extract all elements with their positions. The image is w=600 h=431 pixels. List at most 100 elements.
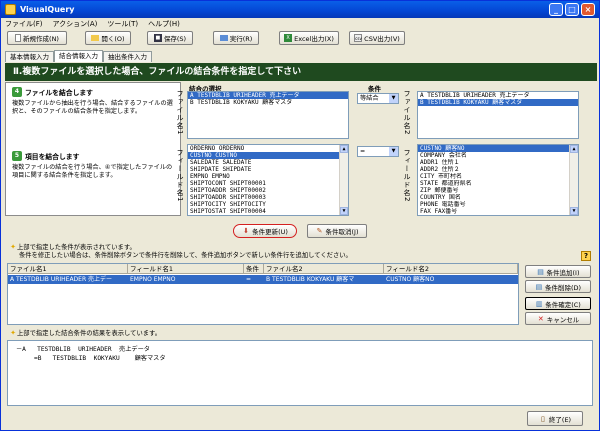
toolbar: 新規作成(N) 開く(O) ■ 保存(S) 実行(R) X Excel出力(X)… bbox=[1, 31, 599, 48]
minimize-icon[interactable]: _ bbox=[549, 3, 563, 16]
delete-condition-button[interactable]: ▤ 条件削除(D) bbox=[525, 280, 591, 293]
list-item[interactable]: FAX FAX番号 bbox=[418, 208, 578, 215]
menu-action[interactable]: アクション(A) bbox=[53, 19, 98, 29]
list-item[interactable]: ZIP 郵便番号 bbox=[418, 187, 578, 194]
tree-node-b[interactable]: =B TESTDBLIB KOKYAKU 顧客マスタ bbox=[34, 353, 166, 362]
cancel-button[interactable]: ✕ キャンセル bbox=[525, 312, 591, 325]
window-title: VisualQuery bbox=[20, 5, 75, 14]
section-banner: Ⅱ.複数ファイルを選択した場合、ファイルの結合条件を指定して下さい bbox=[5, 63, 597, 81]
chevron-down-icon[interactable]: ▼ bbox=[389, 147, 398, 156]
list-item[interactable]: SHIPTOCITY SHIPTOCITY bbox=[188, 201, 348, 208]
app-icon bbox=[5, 4, 16, 15]
col-field1[interactable]: フィールド名1 bbox=[128, 264, 244, 274]
guide-panel: 4 ファイルを結合します 複数ファイルから抽出を行う場合、結合するファイルの選択… bbox=[5, 82, 181, 216]
exit-button[interactable]: ▯ 終了(E) bbox=[527, 411, 583, 426]
grid-info-line2: 条件を修正したい場合は、条件削除ボタンで条件行を削除して、条件追加ボタンで新しい… bbox=[19, 252, 352, 259]
tree-info: ✦上部で指定した結合条件の結果を表示しています。 bbox=[10, 329, 162, 337]
scroll-up-icon[interactable]: ▲ bbox=[340, 145, 348, 153]
open-button[interactable]: 開く(O) bbox=[85, 31, 131, 45]
list-item[interactable]: COMPANY 会社名 bbox=[418, 152, 578, 159]
list-item[interactable]: B TESTDBLIB KOKYAKU 顧客マスタ bbox=[188, 99, 348, 106]
field1-scrollbar[interactable]: ▲ ▼ bbox=[339, 145, 348, 215]
list-item[interactable]: B TESTDBLIB KOKYAKU 顧客マスタ bbox=[418, 99, 578, 106]
table-row-file2[interactable]: B TESTDBLIB KOKYAKU 顧客マ bbox=[264, 275, 384, 284]
menu-help[interactable]: ヘルプ(H) bbox=[148, 19, 180, 29]
cancel-condition-button[interactable]: ✎ 条件取消(J) bbox=[307, 224, 367, 238]
confirm-condition-button[interactable]: ▥ 条件確定(C) bbox=[525, 297, 591, 310]
condition-grid[interactable]: ファイル名1 フィールド名1 条件 ファイル名2 フィールド名2 A TESTD… bbox=[7, 263, 519, 325]
scroll-down-icon[interactable]: ▼ bbox=[340, 207, 348, 215]
table-row-field2[interactable]: CUSTNO 顧客NO bbox=[384, 275, 518, 284]
col-file2[interactable]: ファイル名2 bbox=[264, 264, 384, 274]
tab-filter-condition[interactable]: 抽出条件入力 bbox=[103, 51, 152, 62]
file2-label: ファイル名2 bbox=[403, 90, 411, 136]
arrow-down-icon: ⬇ bbox=[243, 227, 250, 235]
add-condition-button[interactable]: ▤ 条件追加(I) bbox=[525, 265, 591, 278]
menu-tools[interactable]: ツール(T) bbox=[107, 19, 138, 29]
menu-bar: ファイル(F) アクション(A) ツール(T) ヘルプ(H) bbox=[1, 18, 599, 30]
list-item[interactable]: PHONE 電話番号 bbox=[418, 201, 578, 208]
table-row-field1[interactable]: EMPNO EMPNO bbox=[128, 275, 244, 284]
chevron-down-icon[interactable]: ▼ bbox=[389, 94, 398, 103]
list-item[interactable]: SHIPTOCONT SHIPT00001 bbox=[188, 180, 348, 187]
step5-text: 複数ファイルの結合を行う場合、④で指定したファイルの項目に関する結合条件を指定し… bbox=[12, 164, 173, 179]
step5-number-icon: 5 bbox=[12, 151, 22, 161]
list-item[interactable]: SHIPTOADDR SHIPT00003 bbox=[188, 194, 348, 201]
excel-icon: X bbox=[284, 34, 293, 42]
run-icon bbox=[219, 35, 228, 41]
title-bar: VisualQuery _ □ × bbox=[1, 1, 599, 18]
maximize-icon[interactable]: □ bbox=[565, 3, 579, 16]
tab-basic-info[interactable]: 基本情報入力 bbox=[5, 51, 54, 62]
list-item[interactable]: ORDERNO ORDERNO bbox=[188, 145, 348, 152]
list-item[interactable]: CUSTNO CUSTNO bbox=[188, 152, 348, 159]
excel-export-button[interactable]: X Excel出力(X) bbox=[279, 31, 339, 45]
lightbulb-icon: ✦ bbox=[10, 329, 16, 337]
help-icon[interactable]: ? bbox=[581, 251, 591, 261]
list-item[interactable]: SHIPTOADDR SHIPT00002 bbox=[188, 187, 348, 194]
update-condition-button[interactable]: ⬇ 条件更新(U) bbox=[233, 224, 297, 238]
field1-listbox[interactable]: ORDERNO ORDERNO CUSTNO CUSTNO SALEDATE S… bbox=[187, 144, 349, 216]
close-icon[interactable]: × bbox=[581, 3, 595, 16]
join-type-select[interactable]: 等結合 ▼ bbox=[357, 93, 399, 104]
list-item[interactable]: COUNTRY 国名 bbox=[418, 194, 578, 201]
delete-row-icon: ▤ bbox=[535, 282, 543, 291]
scroll-down-icon[interactable]: ▼ bbox=[570, 207, 578, 215]
save-button[interactable]: ■ 保存(S) bbox=[147, 31, 193, 45]
run-button[interactable]: 実行(R) bbox=[213, 31, 259, 45]
scroll-up-icon[interactable]: ▲ bbox=[570, 145, 578, 153]
new-button[interactable]: 新規作成(N) bbox=[7, 31, 67, 45]
list-item[interactable]: SALEDATE SALEDATE bbox=[188, 159, 348, 166]
field2-scrollbar[interactable]: ▲ ▼ bbox=[569, 145, 578, 215]
file1-listbox[interactable]: A TESTDBLIB URIHEADER 売上データ B TESTDBLIB … bbox=[187, 91, 349, 139]
tree-node-a[interactable]: －A TESTDBLIB URIHEADER 売上データ bbox=[16, 344, 150, 353]
condition-select[interactable]: = ▼ bbox=[357, 146, 399, 157]
table-row-file1[interactable]: A TESTDBLIB URIHEADER 売上デー bbox=[8, 275, 128, 284]
list-item[interactable]: ADDR2 住所２ bbox=[418, 166, 578, 173]
file2-listbox[interactable]: A TESTDBLIB URIHEADER 売上データ B TESTDBLIB … bbox=[417, 91, 579, 139]
list-item[interactable]: SHIPDATE SHIPDATE bbox=[188, 166, 348, 173]
col-file1[interactable]: ファイル名1 bbox=[8, 264, 128, 274]
menu-file[interactable]: ファイル(F) bbox=[5, 19, 43, 29]
tab-join-info[interactable]: 結合情報入力 bbox=[54, 50, 103, 62]
condition-label: 条件 bbox=[368, 85, 381, 93]
list-item[interactable]: ADDR1 住所１ bbox=[418, 159, 578, 166]
list-item[interactable]: SHIPTOSTAT SHIPT00004 bbox=[188, 208, 348, 215]
col-condition[interactable]: 条件 bbox=[244, 264, 264, 274]
list-item[interactable]: CITY 市町村名 bbox=[418, 173, 578, 180]
add-row-icon: ▤ bbox=[537, 267, 544, 276]
join-result-tree[interactable]: －A TESTDBLIB URIHEADER 売上データ =B TESTDBLI… bbox=[7, 340, 593, 406]
list-item[interactable]: CUSTNO 顧客NO bbox=[418, 145, 578, 152]
exit-door-icon: ▯ bbox=[540, 414, 545, 423]
eraser-icon: ✎ bbox=[316, 227, 323, 235]
list-item[interactable]: A TESTDBLIB URIHEADER 売上データ bbox=[418, 92, 578, 99]
app-window: VisualQuery _ □ × ファイル(F) アクション(A) ツール(T… bbox=[0, 0, 600, 431]
field2-label: フィールド名2 bbox=[403, 149, 411, 203]
list-item[interactable]: EMPNO EMPNO bbox=[188, 173, 348, 180]
col-field2[interactable]: フィールド名2 bbox=[384, 264, 518, 274]
list-item[interactable]: STATE 都道府県名 bbox=[418, 180, 578, 187]
list-item[interactable]: A TESTDBLIB URIHEADER 売上データ bbox=[188, 92, 348, 99]
table-row-condition[interactable]: = bbox=[244, 275, 264, 284]
field2-listbox[interactable]: CUSTNO 顧客NO COMPANY 会社名 ADDR1 住所１ ADDR2 … bbox=[417, 144, 579, 216]
csv-export-button[interactable]: csv CSV出力(V) bbox=[349, 31, 405, 45]
lightbulb-icon: ✦ bbox=[10, 243, 16, 251]
